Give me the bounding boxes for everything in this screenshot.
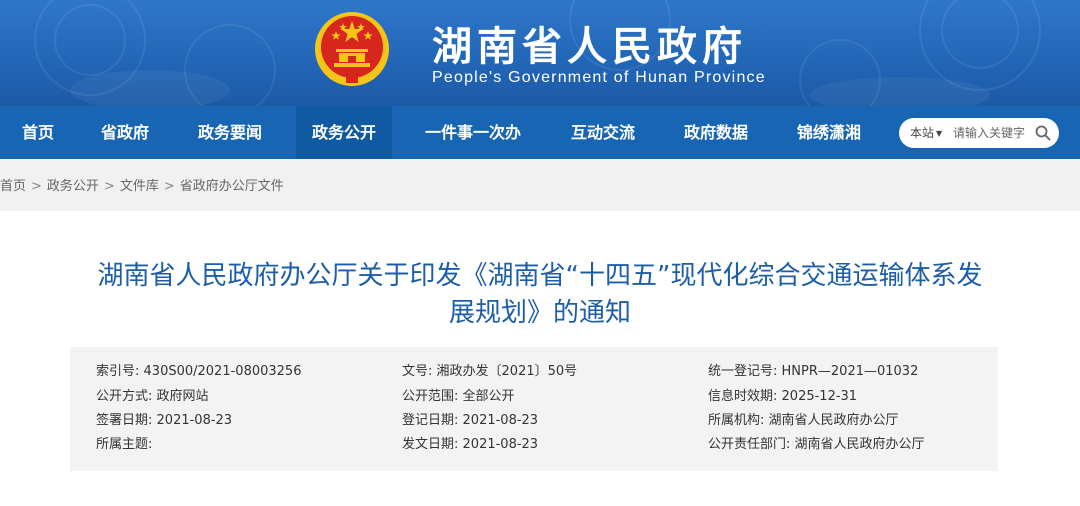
document-title-line-2: 展规划》的通知 <box>448 298 631 328</box>
meta-signed-date: 签署日期: 2021-08-23 <box>96 413 233 428</box>
search-scope-dropdown[interactable]: 本站 ▼ <box>910 118 942 149</box>
nav-item-gov-data[interactable]: 政府数据 <box>684 106 748 159</box>
document-title: 湖南省人民政府办公厅关于印发《湖南省“十四五”现代化综合交通运输体系发 展规划》… <box>60 258 1020 332</box>
breadcrumb-home[interactable]: 首页 <box>0 179 26 194</box>
breadcrumb-office-files[interactable]: 省政府办公厅文件 <box>180 179 284 194</box>
breadcrumb-separator: > <box>31 179 42 194</box>
breadcrumb-file-library[interactable]: 文件库 <box>120 179 159 194</box>
document-meta-table: 索引号: 430S00/2021-08003256 文号: 湘政办发〔2021〕… <box>70 347 998 471</box>
document-title-line-1: 湖南省人民政府办公厅关于印发《湖南省“十四五”现代化综合交通运输体系发 <box>97 261 983 291</box>
site-header: 湖南省人民政府 People's Government of Hunan Pro… <box>0 0 1080 106</box>
meta-index-number: 索引号: 430S00/2021-08003256 <box>96 364 302 379</box>
meta-registration-number: 统一登记号: HNPR—2021—01032 <box>708 364 919 379</box>
search-input[interactable] <box>953 123 1033 143</box>
nav-item-government[interactable]: 省政府 <box>101 106 149 159</box>
national-emblem-icon <box>315 12 389 86</box>
nav-item-interaction[interactable]: 互动交流 <box>571 106 635 159</box>
meta-validity-period: 信息时效期: 2025-12-31 <box>708 389 858 404</box>
breadcrumb-open-affairs[interactable]: 政务公开 <box>47 179 99 194</box>
search-scope-label: 本站 <box>910 126 935 140</box>
nav-item-open-affairs[interactable]: 政务公开 <box>296 106 393 159</box>
meta-document-number: 文号: 湘政办发〔2021〕50号 <box>402 364 578 379</box>
document-card: 湖南省人民政府办公厅关于印发《湖南省“十四五”现代化综合交通运输体系发 展规划》… <box>0 211 1080 506</box>
site-subtitle: People's Government of Hunan Province <box>432 69 766 86</box>
search-icon[interactable] <box>1035 125 1051 141</box>
nav-item-one-stop[interactable]: 一件事一次办 <box>425 106 521 159</box>
meta-subject: 所属主题: <box>96 437 153 452</box>
site-title: 湖南省人民政府 <box>432 24 747 70</box>
nav-item-xiaoxiang[interactable]: 锦绣潇湘 <box>797 106 861 159</box>
nav-item-home[interactable]: 首页 <box>22 106 54 159</box>
meta-issuing-office: 所属机构: 湖南省人民政府办公厅 <box>708 413 899 428</box>
nav-item-news[interactable]: 政务要闻 <box>198 106 262 159</box>
meta-issued-date: 发文日期: 2021-08-23 <box>402 437 539 452</box>
meta-publish-method: 公开方式: 政府网站 <box>96 389 209 404</box>
caret-down-icon: ▼ <box>936 129 943 138</box>
breadcrumb-separator: > <box>103 179 115 194</box>
meta-responsible-dept: 公开责任部门: 湖南省人民政府办公厅 <box>708 437 925 452</box>
meta-registered-date: 登记日期: 2021-08-23 <box>402 413 539 428</box>
breadcrumb: 首页 > 政务公开 > 文件库 > 省政府办公厅文件 <box>0 176 284 198</box>
meta-publish-scope: 公开范围: 全部公开 <box>402 389 515 404</box>
breadcrumb-separator: > <box>163 179 175 194</box>
search-box: 本站 ▼ <box>899 118 1059 148</box>
